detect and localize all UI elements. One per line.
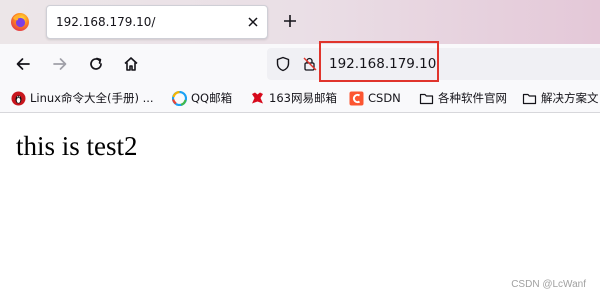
- firefox-icon[interactable]: [10, 12, 30, 32]
- insecure-lock-icon[interactable]: [302, 56, 318, 72]
- page-content: this is test2: [0, 113, 600, 300]
- qq-mail-icon: [172, 90, 187, 106]
- back-arrow-icon[interactable]: [14, 55, 32, 73]
- bookmark-csdn[interactable]: CSDN: [349, 90, 401, 106]
- bookmark-label: 163网易邮箱: [269, 91, 337, 105]
- tracking-protection-shield-icon[interactable]: [275, 56, 291, 72]
- url-text[interactable]: 192.168.179.10: [329, 56, 436, 72]
- bookmark-163-mail[interactable]: 163网易邮箱: [250, 90, 337, 106]
- bookmark-qq-mail[interactable]: QQ邮箱: [172, 90, 232, 106]
- bookmarks-toolbar: Linux命令大全(手册) ... QQ邮箱 163网易邮箱 CSDN 各种软件…: [0, 84, 600, 113]
- new-tab-plus-icon[interactable]: [282, 13, 298, 29]
- folder-icon: [419, 93, 434, 104]
- bookmark-folder-solutions[interactable]: 解决方案文: [522, 90, 599, 106]
- bookmark-label: 解决方案文: [541, 91, 599, 105]
- bookmark-label: QQ邮箱: [191, 91, 233, 105]
- bookmark-label: 各种软件官网: [438, 91, 507, 105]
- tab-title: 192.168.179.10/: [56, 15, 156, 29]
- watermark: CSDN @LcWanf: [511, 279, 586, 290]
- bookmark-label: CSDN: [368, 91, 401, 105]
- csdn-icon: [349, 91, 364, 105]
- bookmark-label: Linux命令大全(手册) ...: [30, 91, 154, 105]
- bookmark-folder-software[interactable]: 各种软件官网: [419, 90, 507, 106]
- reload-icon[interactable]: [87, 55, 105, 73]
- folder-icon: [522, 93, 537, 104]
- linux-icon: [11, 91, 26, 105]
- home-icon[interactable]: [122, 55, 140, 73]
- address-bar[interactable]: 192.168.179.10: [267, 48, 600, 80]
- forward-arrow-icon[interactable]: [51, 55, 69, 73]
- page-body-text: this is test2: [16, 131, 138, 161]
- close-icon[interactable]: [247, 16, 259, 28]
- bookmark-linux[interactable]: Linux命令大全(手册) ...: [11, 90, 154, 106]
- tab-strip: 192.168.179.10/: [0, 0, 600, 44]
- navigation-toolbar: 192.168.179.10: [0, 44, 600, 84]
- netease-163-icon: [252, 92, 263, 103]
- tab-active[interactable]: 192.168.179.10/: [46, 5, 268, 39]
